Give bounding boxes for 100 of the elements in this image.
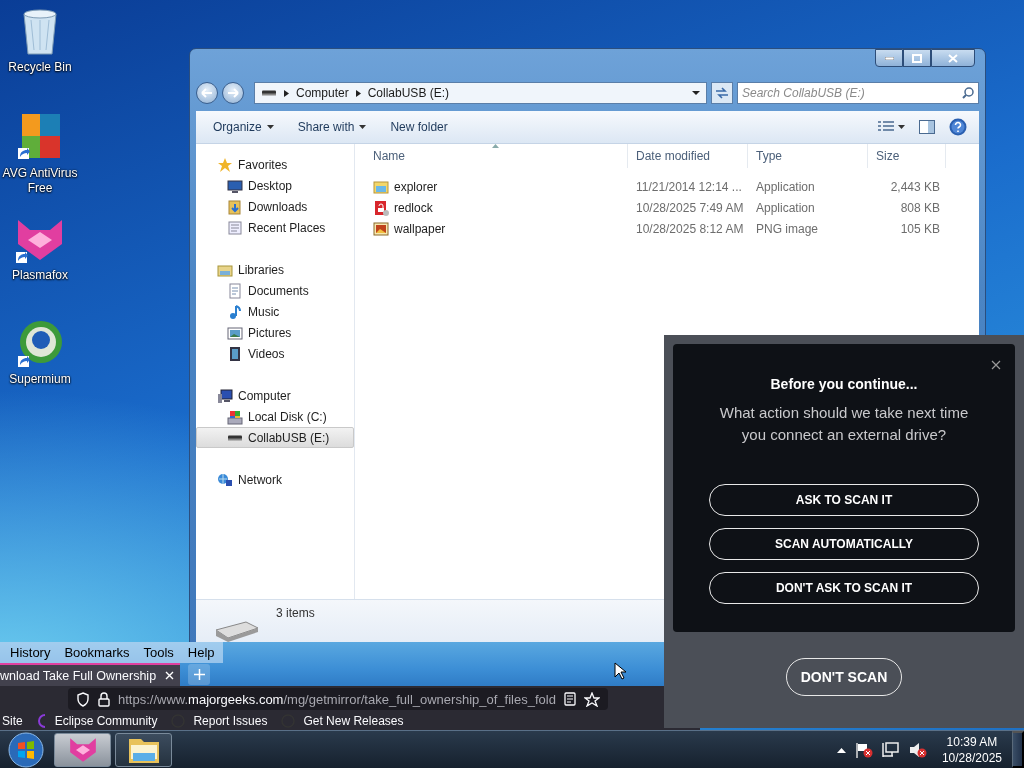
file-type: Application xyxy=(755,200,816,215)
breadcrumb-item[interactable]: Computer xyxy=(296,86,349,100)
usb-drive-icon xyxy=(214,620,260,644)
maximize-button[interactable] xyxy=(903,49,931,67)
speaker-muted-icon xyxy=(908,741,927,758)
network-icon xyxy=(217,471,233,488)
mouse-pointer-icon xyxy=(614,662,626,680)
toolbar-button[interactable]: Share with xyxy=(290,117,374,137)
image-file-icon xyxy=(373,220,389,237)
downloads-icon xyxy=(227,198,243,215)
dialog-message: What action should we take next time you connect an external drive? xyxy=(718,403,970,445)
dialog-title: Before you continue... xyxy=(770,376,918,392)
drive-icon xyxy=(261,90,277,96)
file-name[interactable]: explorer xyxy=(394,179,438,194)
bookmark-item[interactable]: Report Issues xyxy=(193,714,268,728)
file-date: 11/21/2014 12:14 ... xyxy=(635,179,743,194)
close-icon xyxy=(991,360,1001,370)
music-icon xyxy=(227,303,243,320)
file-type: PNG image xyxy=(755,221,820,236)
desktop-icon-label: Recycle Bin xyxy=(7,60,73,75)
clock-date[interactable]: 10/28/2025 xyxy=(941,749,1002,766)
plus-icon xyxy=(193,669,205,680)
toolbar-button[interactable]: Organize xyxy=(206,117,281,137)
start-button[interactable] xyxy=(6,731,46,768)
new-tab-button[interactable] xyxy=(188,664,210,685)
list-view-icon xyxy=(878,121,894,133)
toolbar-button[interactable]: New folder xyxy=(383,117,455,137)
shield-icon xyxy=(76,691,90,707)
nav-item[interactable]: Libraries xyxy=(196,259,354,280)
show-desktop-button[interactable] xyxy=(1012,731,1024,768)
nav-item[interactable]: Downloads xyxy=(196,196,354,217)
lock-icon xyxy=(373,199,389,216)
preview-pane-button[interactable] xyxy=(917,118,937,136)
back-button[interactable] xyxy=(196,82,218,104)
recent-icon xyxy=(227,219,243,236)
pane-icon xyxy=(919,120,935,134)
breadcrumb-item[interactable]: CollabUSB (E:) xyxy=(367,86,450,100)
browser-tab[interactable]: wnload Take Full Ownership xyxy=(0,663,180,686)
folder-window-icon xyxy=(373,178,389,195)
bookmark-item[interactable]: Site xyxy=(2,714,23,728)
menu-item[interactable]: History xyxy=(0,645,55,660)
menu-item[interactable]: Help xyxy=(177,645,219,660)
taskbar-button[interactable] xyxy=(54,732,111,767)
nav-item[interactable]: Local Disk (C:) xyxy=(196,406,354,427)
column-header[interactable]: Name xyxy=(365,144,628,168)
file-type: Application xyxy=(755,179,816,194)
close-icon xyxy=(948,53,958,63)
forward-arrow-icon xyxy=(227,88,239,98)
star-icon xyxy=(584,691,600,707)
menu-item[interactable]: Tools xyxy=(133,645,178,660)
minimize-button[interactable] xyxy=(875,49,903,67)
file-size: 2,443 KB xyxy=(889,179,941,194)
documents-icon xyxy=(227,282,243,299)
file-name[interactable]: redlock xyxy=(394,200,433,215)
column-header[interactable]: Type xyxy=(748,144,868,168)
nav-item[interactable]: Computer xyxy=(196,385,354,406)
clock-time[interactable]: 10:39 AM xyxy=(946,733,998,750)
close-button[interactable] xyxy=(931,49,975,67)
reader-view-icon xyxy=(564,692,576,706)
file-name[interactable]: wallpaper xyxy=(394,221,446,236)
computer-icon xyxy=(217,387,233,404)
file-date: 10/28/2025 8:12 AM xyxy=(635,221,745,236)
flag-error-icon xyxy=(854,741,873,758)
column-header[interactable]: Date modified xyxy=(628,144,748,168)
desktop-icon-label: AVG AntiVirus Free xyxy=(1,166,79,196)
address-bar[interactable]: Computer CollabUSB (E:) xyxy=(254,82,707,104)
show-hidden-icons-icon xyxy=(836,746,846,753)
bookmark-item[interactable]: Get New Releases xyxy=(303,714,404,728)
dropdown-caret-icon xyxy=(692,91,700,95)
nav-item[interactable]: CollabUSB (E:) xyxy=(196,427,354,448)
search-icon xyxy=(962,87,974,99)
nav-item[interactable]: Documents xyxy=(196,280,354,301)
help-button[interactable] xyxy=(947,116,969,138)
desktop-icon xyxy=(227,177,243,194)
nav-item[interactable]: Desktop xyxy=(196,175,354,196)
refresh-arrows-icon xyxy=(715,87,729,99)
file-size: 808 KB xyxy=(899,200,941,215)
nav-item[interactable]: Videos xyxy=(196,343,354,364)
help-icon xyxy=(949,118,967,136)
column-header[interactable]: Size xyxy=(868,144,946,168)
nav-item[interactable]: Network xyxy=(196,469,354,490)
refresh-button[interactable] xyxy=(711,82,733,104)
nav-item[interactable]: Favorites xyxy=(196,154,354,175)
bookmark-item[interactable]: Eclipse Community xyxy=(54,714,158,728)
url-bar[interactable]: https://www.majorgeeks.com/mg/getmirror/take_full_ownership_of_files_fold xyxy=(68,688,608,710)
minimize-icon xyxy=(884,56,894,60)
search-field[interactable]: Search CollabUSB (E:) xyxy=(737,82,979,104)
caret-icon xyxy=(898,125,905,129)
desktop-icon-label: Plasmafox xyxy=(11,268,69,283)
windows-orb-icon xyxy=(8,731,44,768)
nav-item[interactable]: Pictures xyxy=(196,322,354,343)
nav-item[interactable]: Music xyxy=(196,301,354,322)
nav-item[interactable]: Recent Places xyxy=(196,217,354,238)
usb-icon xyxy=(227,434,243,441)
network-icon xyxy=(881,741,900,758)
taskbar-button[interactable] xyxy=(115,732,172,767)
lock-icon xyxy=(98,691,110,707)
star-icon xyxy=(217,156,233,173)
forward-button[interactable] xyxy=(222,82,244,104)
menu-item[interactable]: Bookmarks xyxy=(54,645,134,660)
